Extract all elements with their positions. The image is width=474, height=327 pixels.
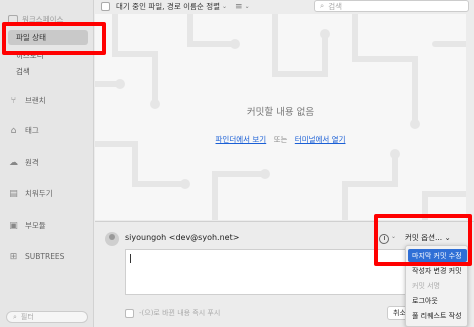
tag-icon: ⌂	[10, 125, 17, 136]
text-caret	[130, 254, 131, 263]
menu-item-sign-commit[interactable]: 커밋 서명	[408, 279, 467, 292]
commit-author: siyoungoh <dev@syoh.net>	[125, 233, 240, 242]
staging-area: 커밋할 내용 없음 파인더에서 보기 또는 터미널에서 열기	[95, 14, 466, 220]
sidebar-group-tags[interactable]: ⌂ 태그	[8, 125, 39, 136]
search-icon: ⌕	[320, 1, 325, 10]
branch-icon: ⑂	[10, 95, 17, 106]
subtree-icon: ⊞	[9, 251, 18, 262]
workspace-header: 워크스페이스	[8, 14, 63, 25]
stash-icon: ▤	[9, 188, 18, 199]
sidebar-item-history[interactable]: 히스토리	[8, 48, 88, 63]
sidebar-item-file-status[interactable]: 파일 상태	[8, 30, 88, 45]
scrollbar[interactable]	[466, 14, 474, 220]
avatar	[105, 232, 119, 246]
chevron-down-icon: ⌄	[244, 3, 250, 10]
push-immediately-option[interactable]: -(으)로 바뀐 내용 즉시 푸시	[125, 308, 220, 318]
empty-state-actions: 파인더에서 보기 또는 터미널에서 열기	[95, 134, 466, 145]
empty-state-title: 커밋할 내용 없음	[246, 107, 315, 118]
sidebar-group-remotes[interactable]: ☁ 원격	[8, 157, 39, 168]
cloud-icon: ☁	[9, 157, 18, 168]
clock-icon[interactable]	[379, 234, 389, 244]
menu-item-change-author[interactable]: 작성자 변경 커밋	[408, 264, 467, 277]
sidebar: 워크스페이스 파일 상태 히스토리 검색 ⑂ 브랜치 ⌂ 태그 ☁ 원격 ▤ 치…	[0, 0, 94, 327]
sort-dropdown[interactable]: 대기 중인 파일, 경로 이름순 정렬	[116, 1, 220, 12]
or-text: 또는	[273, 135, 288, 144]
push-immediately-label: -(으)로 바뀐 내용 즉시 푸시	[139, 309, 221, 317]
workspace-icon	[8, 15, 18, 24]
search-icon: ⌕	[13, 312, 17, 321]
select-all-checkbox[interactable]	[101, 2, 110, 11]
push-immediately-checkbox[interactable]	[125, 308, 134, 318]
open-in-terminal-link[interactable]: 터미널에서 열기	[295, 135, 346, 144]
sidebar-group-branches[interactable]: ⑂ 브랜치	[8, 95, 46, 106]
submodule-icon: ▣	[9, 220, 18, 231]
commit-options-button[interactable]: 커밋 옵션... ⌄	[405, 232, 451, 243]
sidebar-filter-input[interactable]: ⌕ 필터	[6, 311, 88, 323]
menu-item-sign-off[interactable]: 로그아웃	[408, 294, 467, 307]
show-in-finder-link[interactable]: 파인더에서 보기	[216, 135, 267, 144]
sidebar-group-subtrees[interactable]: ⊞ SUBTREES	[8, 251, 65, 262]
menu-item-amend-last-commit[interactable]: 마지막 커밋 수정	[408, 249, 467, 262]
sidebar-item-search[interactable]: 검색	[8, 64, 88, 79]
sidebar-group-submodules[interactable]: ▣ 부모듈	[8, 220, 45, 231]
chevron-down-icon: ⌄	[391, 233, 397, 240]
menu-item-create-pull-request[interactable]: 풀 리퀘스트 작성	[408, 309, 467, 322]
workspace-label: 워크스페이스	[22, 15, 64, 24]
chevron-down-icon: ⌄	[222, 3, 228, 10]
commit-options-menu: 마지막 커밋 수정 작성자 변경 커밋 커밋 서명 로그아웃 풀 리퀘스트 작성	[405, 245, 468, 327]
file-toolbar: 대기 중인 파일, 경로 이름순 정렬 ⌄ ≡ ⌄ ⌕ 검색	[95, 0, 474, 13]
file-search-input[interactable]: ⌕ 검색	[314, 0, 469, 12]
sidebar-group-stashes[interactable]: ▤ 치워두기	[8, 188, 52, 199]
chevron-down-icon: ⌄	[444, 233, 451, 242]
list-view-icon[interactable]: ≡	[235, 2, 243, 12]
